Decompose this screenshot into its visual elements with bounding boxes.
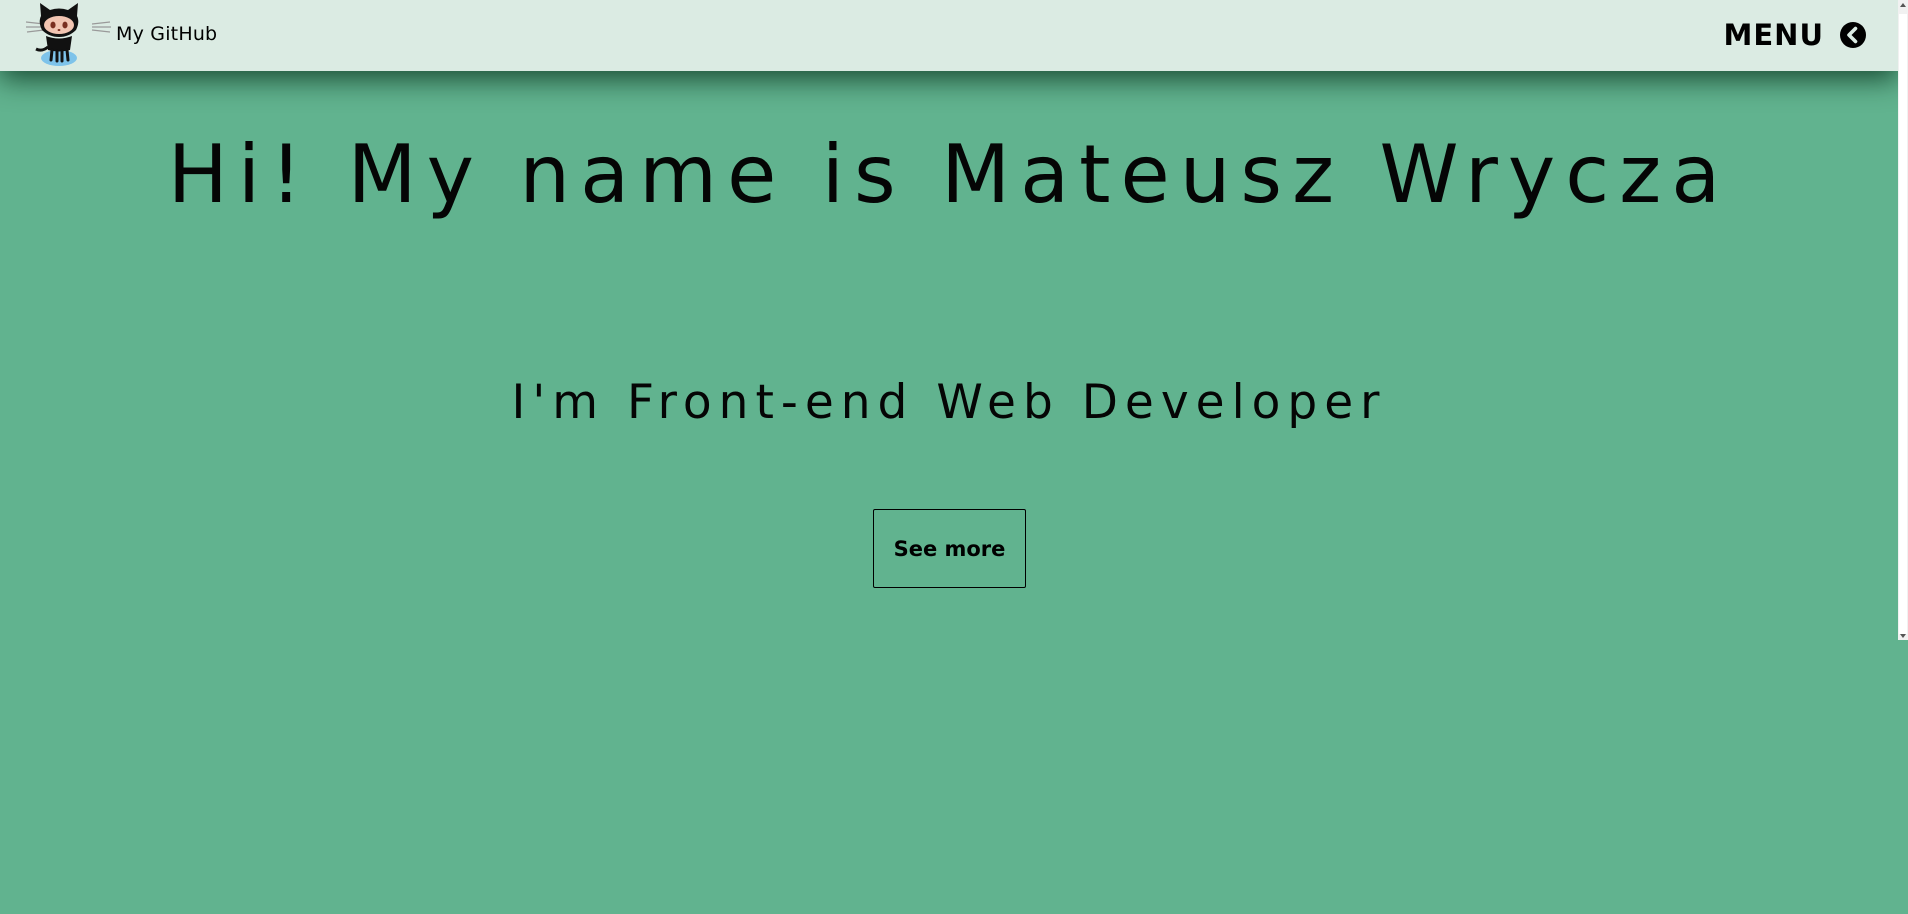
top-navigation-bar: My GitHub MENU xyxy=(0,0,1898,71)
menu-label: MENU xyxy=(1723,18,1824,52)
github-link[interactable]: My GitHub xyxy=(24,0,217,68)
scroll-down-arrow-icon[interactable] xyxy=(1900,634,1906,638)
octocat-icon xyxy=(25,3,111,66)
chevron-left-circle-icon xyxy=(1840,22,1866,48)
menu-toggle-button[interactable]: MENU xyxy=(1723,17,1866,53)
scrollbar-thumb[interactable] xyxy=(1899,14,1907,634)
github-link-label: My GitHub xyxy=(116,23,218,45)
hero-subtitle: I'm Front-end Web Developer xyxy=(511,375,1387,430)
vertical-scrollbar[interactable] xyxy=(1898,0,1908,640)
scroll-up-arrow-icon[interactable] xyxy=(1900,3,1906,7)
see-more-button[interactable]: See more xyxy=(873,509,1026,588)
hero-title: Hi! My name is Mateusz Wrycza xyxy=(167,128,1731,221)
page: My GitHub MENU Hi! My name is Mateusz Wr… xyxy=(0,0,1908,914)
